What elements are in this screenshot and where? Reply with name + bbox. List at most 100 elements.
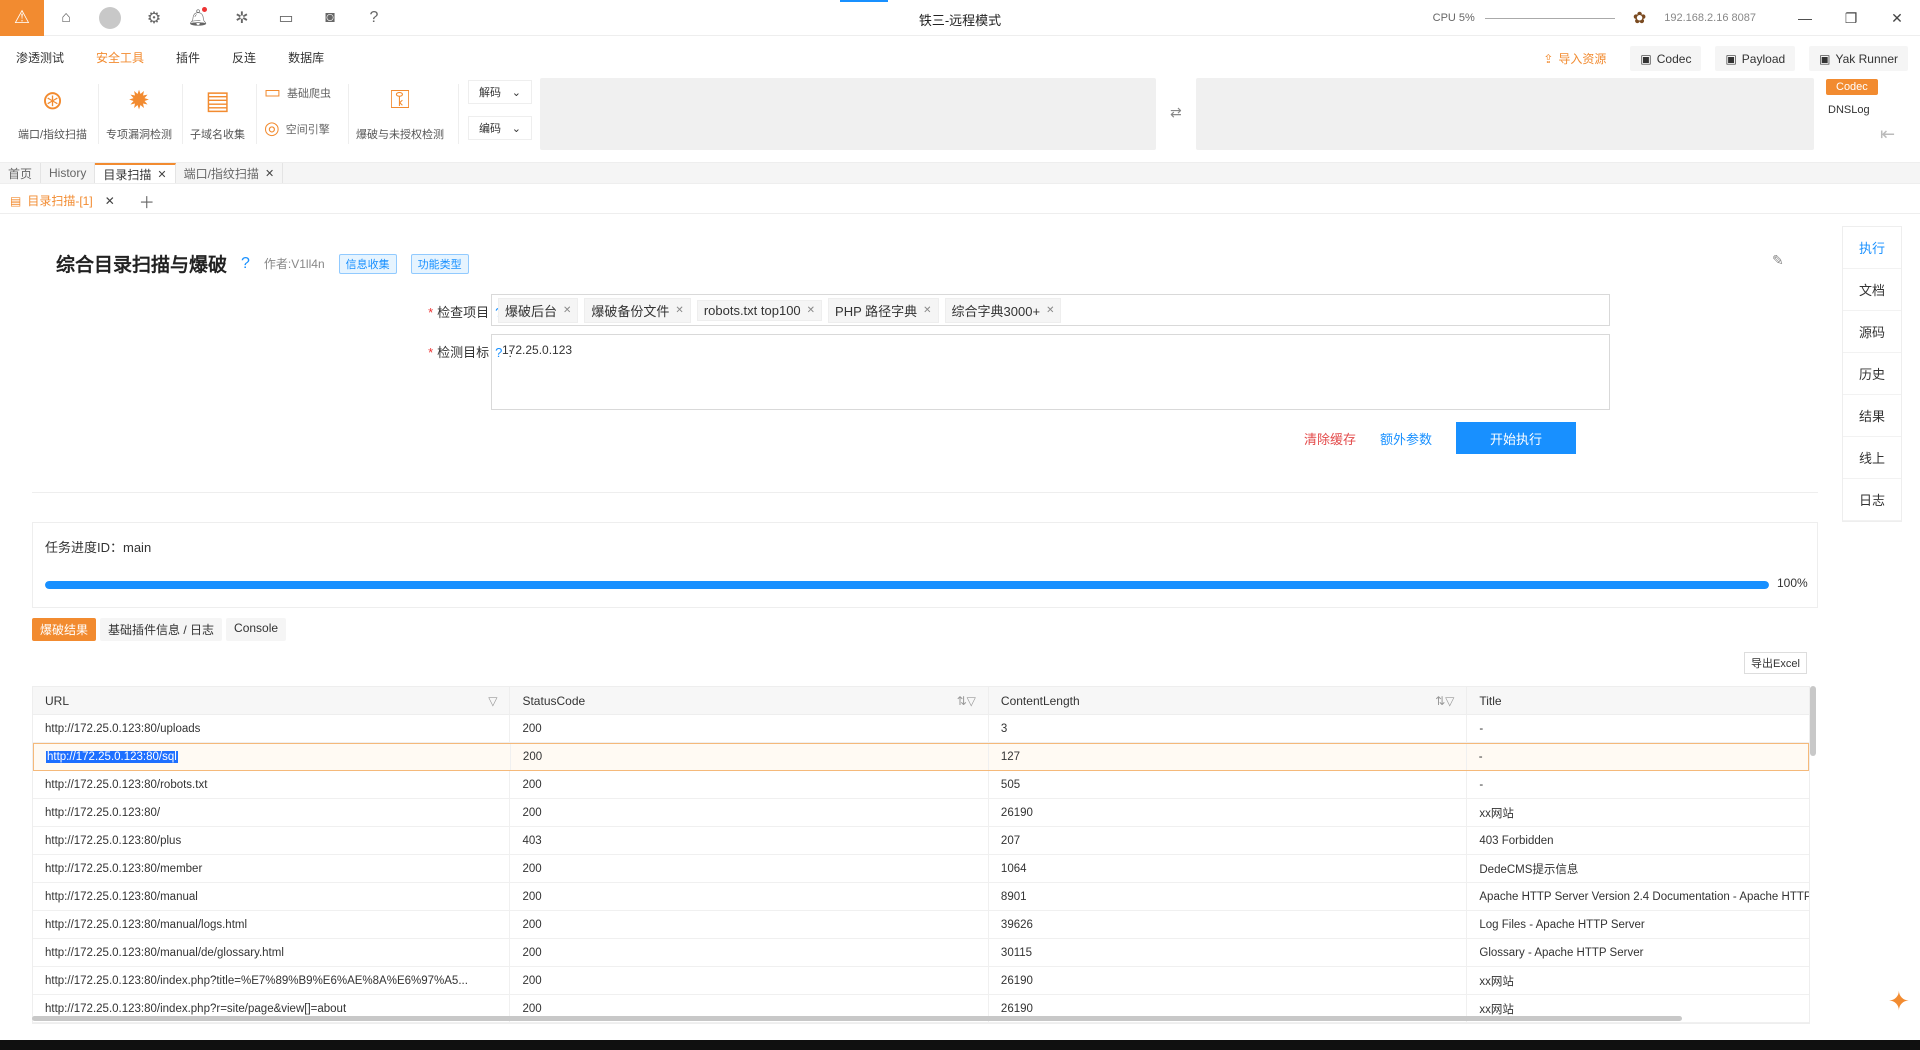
crawler-tool[interactable]: ▭ 基础爬虫 bbox=[264, 82, 331, 103]
help-icon[interactable]: ? bbox=[241, 255, 250, 273]
vertical-scrollbar[interactable] bbox=[1810, 686, 1816, 756]
table-row[interactable]: http://172.25.0.123:80/member 200 1064 Dede… bbox=[33, 855, 1809, 883]
close-icon[interactable]: ✕ bbox=[807, 305, 815, 316]
help-icon[interactable]: ? bbox=[352, 0, 396, 36]
dnslog-tab[interactable]: DNSLog bbox=[1828, 104, 1870, 116]
filter-icon[interactable]: ▽ bbox=[488, 694, 497, 708]
settings-icon[interactable]: ⚙ bbox=[132, 0, 176, 36]
extra-params-button[interactable]: 额外参数 bbox=[1380, 429, 1432, 448]
encode-select[interactable]: 编码 ⌄ bbox=[468, 116, 532, 140]
menu-plugins[interactable]: 插件 bbox=[160, 49, 216, 66]
close-icon[interactable]: ✕ bbox=[157, 168, 166, 181]
subdomain-tool[interactable]: ▤ 子域名收集 bbox=[190, 82, 245, 142]
swap-icon[interactable]: ⇄ bbox=[1170, 104, 1182, 121]
close-icon[interactable]: ✕ bbox=[563, 305, 571, 316]
menu-reverse[interactable]: 反连 bbox=[216, 49, 272, 66]
chevron-down-icon: ⌄ bbox=[511, 122, 521, 135]
table-row[interactable]: http://172.25.0.123:80/robots.txt 200 505 - bbox=[33, 771, 1809, 799]
import-resource-button[interactable]: ⇪ 导入资源 bbox=[1533, 46, 1616, 71]
brute-label: 爆破与未授权检测 bbox=[356, 129, 444, 141]
column-status[interactable]: StatusCode ⇅▽ bbox=[510, 687, 989, 714]
home-icon[interactable]: ⌂ bbox=[44, 0, 88, 36]
tab-brute-results[interactable]: 爆破结果 bbox=[32, 618, 97, 641]
side-online[interactable]: 线上 bbox=[1843, 437, 1901, 479]
table-row[interactable]: http://172.25.0.123:80/manual 200 8901 Apac… bbox=[33, 883, 1809, 911]
column-url[interactable]: URL ▽ bbox=[33, 687, 511, 714]
sub-tabs: ▤ 目录扫描-[1] ✕ ＋ bbox=[0, 188, 1920, 214]
cell-title: xx网站 bbox=[1467, 967, 1809, 994]
tab-port-scan[interactable]: 端口/指纹扫描 ✕ bbox=[176, 163, 284, 183]
menu-security-tools[interactable]: 安全工具 bbox=[80, 49, 160, 66]
horizontal-scrollbar[interactable] bbox=[32, 1016, 1682, 1021]
yak-runner-button[interactable]: ▣ Yak Runner bbox=[1809, 46, 1908, 71]
wrap-text-icon[interactable]: ⇤ bbox=[1880, 124, 1895, 145]
table-row[interactable]: http://172.25.0.123:80/200 26190 xx网站 bbox=[33, 799, 1809, 827]
sort-filter-icon[interactable]: ⇅▽ bbox=[957, 694, 976, 708]
check-items-text: 检查项目 bbox=[437, 305, 490, 320]
vuln-detect-tool[interactable]: ✹ 专项漏洞检测 bbox=[106, 82, 172, 142]
clipboard-icon: ▤ bbox=[205, 84, 230, 115]
column-title[interactable]: Title bbox=[1467, 687, 1809, 714]
table-row[interactable]: http://172.25.0.123:80/sql 200 127 - bbox=[33, 743, 1809, 771]
close-button[interactable]: ✕ bbox=[1874, 0, 1920, 36]
file-icon: ▤ bbox=[10, 193, 22, 208]
column-length[interactable]: ContentLength ⇅▽ bbox=[989, 687, 1468, 714]
table-row[interactable]: http://172.25.0.123:80/index.php?title=%… bbox=[33, 967, 1809, 995]
close-icon[interactable]: ✕ bbox=[1046, 305, 1054, 316]
close-icon[interactable]: ✕ bbox=[923, 305, 931, 316]
maximize-button[interactable]: ❐ bbox=[1828, 0, 1874, 36]
tab-home[interactable]: 首页 bbox=[0, 163, 42, 183]
minimize-button[interactable]: — bbox=[1782, 0, 1828, 36]
port-scan-tool[interactable]: ⊛ 端口/指纹扫描 bbox=[18, 82, 87, 142]
clear-cache-button[interactable]: 清除缓存 bbox=[1304, 429, 1356, 448]
side-source[interactable]: 源码 bbox=[1843, 311, 1901, 353]
camera-icon[interactable]: ◙ bbox=[308, 0, 352, 36]
codec-tab[interactable]: Codec bbox=[1826, 79, 1878, 95]
edit-icon[interactable]: ✎ bbox=[1772, 252, 1784, 269]
codec-input-area[interactable] bbox=[540, 78, 1156, 150]
bell-icon[interactable]: 🔔︎ bbox=[176, 0, 220, 36]
target-textarea[interactable]: 172.25.0.123 bbox=[491, 334, 1610, 410]
mascot-icon[interactable]: ✦ bbox=[1888, 986, 1910, 1017]
menu-pentest[interactable]: 渗透测试 bbox=[0, 49, 80, 66]
side-log[interactable]: 日志 bbox=[1843, 479, 1901, 521]
side-execute[interactable]: 执行 bbox=[1843, 227, 1901, 269]
brute-tool[interactable]: ⚿ 爆破与未授权检测 bbox=[356, 82, 444, 142]
side-docs[interactable]: 文档 bbox=[1843, 269, 1901, 311]
cell-url-text: http://172.25.0.123:80/manual bbox=[45, 890, 198, 903]
export-excel-button[interactable]: 导出Excel bbox=[1744, 652, 1807, 674]
warning-icon[interactable]: ⚠ bbox=[0, 0, 44, 36]
user-avatar[interactable] bbox=[88, 0, 132, 36]
cell-title-text: 403 Forbidden bbox=[1479, 834, 1554, 847]
space-engine-tool[interactable]: ◎ 空间引擎 bbox=[264, 118, 330, 139]
tab-console[interactable]: Console bbox=[226, 618, 287, 641]
table-row[interactable]: http://172.25.0.123:80/plus 403 207 403 For… bbox=[33, 827, 1809, 855]
start-button[interactable]: 开始执行 bbox=[1456, 422, 1577, 454]
tab-history[interactable]: History bbox=[41, 163, 96, 183]
sub-tab-dir-scan-1[interactable]: ▤ 目录扫描-[1] ✕ bbox=[10, 192, 115, 209]
codec-output-area[interactable] bbox=[1196, 78, 1814, 150]
menu-database[interactable]: 数据库 bbox=[272, 49, 340, 66]
close-icon[interactable]: ✕ bbox=[265, 167, 274, 180]
table-row[interactable]: http://172.25.0.123:80/manual/de/glossar… bbox=[33, 939, 1809, 967]
bug-icon[interactable]: ✲ bbox=[220, 0, 264, 36]
add-tab-icon[interactable]: ＋ bbox=[139, 189, 155, 213]
window-title: 铁三-远程模式 bbox=[918, 13, 1002, 28]
codec-button[interactable]: ▣ Codec bbox=[1630, 46, 1702, 71]
check-items-select[interactable]: 爆破后台 ✕ 爆破备份文件 ✕ robots.txt top100 ✕ PHP 路径字… bbox=[491, 294, 1610, 326]
table-row[interactable]: http://172.25.0.123:80/uploads 200 3 - bbox=[33, 715, 1809, 743]
decode-select[interactable]: 解码 ⌄ bbox=[468, 80, 532, 104]
side-history[interactable]: 历史 bbox=[1843, 353, 1901, 395]
table-row[interactable]: http://172.25.0.123:80/manual/logs.html 2… bbox=[33, 911, 1809, 939]
progress-percent: 100% bbox=[1777, 576, 1808, 590]
terminal-icon[interactable]: ▭ bbox=[264, 0, 308, 36]
import-icon: ⇪ bbox=[1543, 51, 1554, 66]
close-icon[interactable]: ✕ bbox=[675, 305, 683, 316]
tab-dir-scan[interactable]: 目录扫描 ✕ bbox=[95, 163, 176, 183]
sort-filter-icon[interactable]: ⇅▽ bbox=[1435, 694, 1454, 708]
payload-button[interactable]: ▣ Payload bbox=[1715, 46, 1796, 71]
tab-plugin-log[interactable]: 基础插件信息 / 日志 bbox=[100, 618, 223, 641]
close-icon[interactable]: ✕ bbox=[105, 194, 115, 208]
side-results[interactable]: 结果 bbox=[1843, 395, 1901, 437]
cell-length-text: 127 bbox=[1000, 751, 1021, 763]
